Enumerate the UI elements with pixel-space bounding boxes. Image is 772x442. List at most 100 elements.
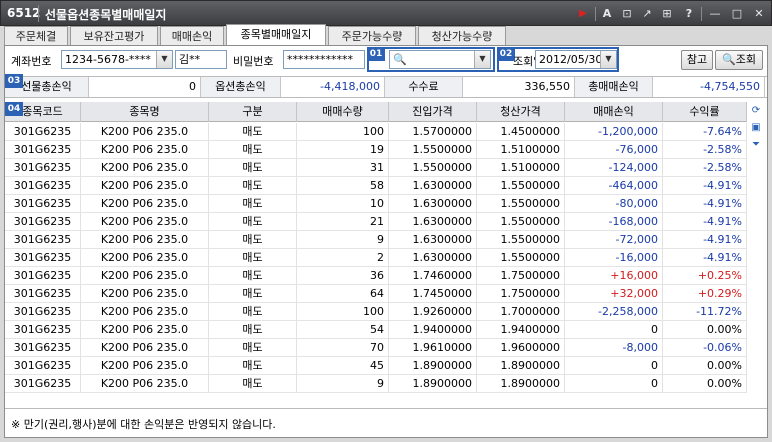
table-row[interactable]: 301G6235 K200 P06 235.0 매도 10 1.6300000 1.550… <box>5 195 747 213</box>
table-row[interactable]: 301G6235 K200 P06 235.0 매도 9 1.6300000 1.5500… <box>5 231 747 249</box>
cell-side: 매도 <box>209 159 297 177</box>
badge-01: 01 <box>367 47 385 61</box>
cell-qty: 100 <box>297 303 389 321</box>
cell-code: 301G6235 <box>5 303 81 321</box>
cell-return: -11.72% <box>663 303 747 321</box>
cell-name: K200 P06 235.0 <box>81 213 209 231</box>
next-page-icon[interactable]: ⏷ <box>749 138 763 152</box>
table-row[interactable]: 301G6235 K200 P06 235.0 매도 9 1.8900000 1.8900… <box>5 375 747 393</box>
refresh-icon[interactable]: ⟳ <box>749 104 763 118</box>
cell-side: 매도 <box>209 249 297 267</box>
cell-pnl: -1,200,000 <box>565 123 663 141</box>
badge-04: 04 <box>5 102 23 116</box>
futures-pnl-value: 0 <box>89 77 201 97</box>
tab-trade-journal[interactable]: 종목별매매일지 <box>226 24 326 46</box>
col-pnl[interactable]: 매매손익 <box>565 102 663 122</box>
cell-entry-price: 1.7460000 <box>389 267 477 285</box>
code-search-input[interactable]: 🔍 ▼ <box>389 50 491 69</box>
title-divider <box>701 7 702 21</box>
account-select[interactable]: 1234-5678-**** ▼ <box>61 50 173 69</box>
options-pnl-value: -4,418,000 <box>281 77 385 97</box>
table-row[interactable]: 301G6235 K200 P06 235.0 매도 58 1.6300000 1.550… <box>5 177 747 195</box>
cell-pnl: 0 <box>565 357 663 375</box>
footer-note-bar: ※ 만기(권리,행사)분에 대한 손익분은 반영되지 않습니다. <box>5 408 767 437</box>
table-row[interactable]: 301G6235 K200 P06 235.0 매도 2 1.6300000 1.5500… <box>5 249 747 267</box>
calendar-dropdown-icon[interactable]: ▼ <box>600 51 616 68</box>
reference-button[interactable]: 참고 <box>681 50 713 70</box>
cell-side: 매도 <box>209 231 297 249</box>
cell-return: -4.91% <box>663 177 747 195</box>
cell-return: -7.64% <box>663 123 747 141</box>
cell-qty: 58 <box>297 177 389 195</box>
table-row[interactable]: 301G6235 K200 P06 235.0 매도 19 1.5500000 1.510… <box>5 141 747 159</box>
cell-pnl: 0 <box>565 321 663 339</box>
cell-exit-price: 1.5500000 <box>477 195 565 213</box>
cell-name: K200 P06 235.0 <box>81 159 209 177</box>
chevron-down-icon[interactable]: ▼ <box>156 51 172 68</box>
col-name[interactable]: 종목명 <box>81 102 209 122</box>
account-holder-field: 김** <box>175 50 227 69</box>
password-field[interactable]: ************ <box>283 50 365 69</box>
col-exit-price[interactable]: 청산가격 <box>477 102 565 122</box>
popout-icon[interactable]: ↗ <box>639 6 655 22</box>
table-row[interactable]: 301G6235 K200 P06 235.0 매도 64 1.7450000 1.750… <box>5 285 747 303</box>
table-header: 종목코드 종목명 구분 매매수량 진입가격 청산가격 매매손익 수익률 <box>5 102 747 122</box>
cell-entry-price: 1.9260000 <box>389 303 477 321</box>
query-button[interactable]: 🔍조회 <box>715 50 763 70</box>
chevron-down-icon[interactable]: ▼ <box>474 51 490 68</box>
table-row[interactable]: 301G6235 K200 P06 235.0 매도 36 1.7460000 1.750… <box>5 267 747 285</box>
maximize-icon[interactable]: □ <box>729 6 745 22</box>
cell-name: K200 P06 235.0 <box>81 177 209 195</box>
cell-pnl: -16,000 <box>565 249 663 267</box>
table-row[interactable]: 301G6235 K200 P06 235.0 매도 70 1.9610000 1.960… <box>5 339 747 357</box>
screen-code: 6512 <box>7 6 41 20</box>
table-row[interactable]: 301G6235 K200 P06 235.0 매도 54 1.9400000 1.940… <box>5 321 747 339</box>
cell-return: -2.58% <box>663 159 747 177</box>
export-icon[interactable]: ▣ <box>749 121 763 135</box>
cell-return: -2.58% <box>663 141 747 159</box>
cell-pnl: -464,000 <box>565 177 663 195</box>
cell-code: 301G6235 <box>5 231 81 249</box>
cell-exit-price: 1.5500000 <box>477 213 565 231</box>
table-row[interactable]: 301G6235 K200 P06 235.0 매도 100 1.5700000 1.45… <box>5 123 747 141</box>
date-picker[interactable]: 2012/05/30 ▼ <box>535 50 617 69</box>
settings-icon[interactable]: ⊞ <box>659 6 675 22</box>
table-row[interactable]: 301G6235 K200 P06 235.0 매도 21 1.6300000 1.550… <box>5 213 747 231</box>
cell-name: K200 P06 235.0 <box>81 303 209 321</box>
help-icon[interactable]: ? <box>681 6 697 22</box>
cell-pnl: -8,000 <box>565 339 663 357</box>
col-entry-price[interactable]: 진입가격 <box>389 102 477 122</box>
tab-order-fill[interactable]: 주문체결 <box>4 26 68 46</box>
tab-trade-pnl[interactable]: 매매손익 <box>160 26 224 46</box>
cell-pnl: +16,000 <box>565 267 663 285</box>
tab-orderable-qty[interactable]: 주문가능수량 <box>328 26 416 46</box>
table-row[interactable]: 301G6235 K200 P06 235.0 매도 45 1.8900000 1.890… <box>5 357 747 375</box>
cell-code: 301G6235 <box>5 141 81 159</box>
title-separator <box>38 5 39 22</box>
font-size-icon[interactable]: A <box>599 6 615 22</box>
col-side[interactable]: 구분 <box>209 102 297 122</box>
footer-note: ※ 만기(권리,행사)분에 대한 손익분은 반영되지 않습니다. <box>11 418 276 431</box>
cell-name: K200 P06 235.0 <box>81 375 209 393</box>
col-return[interactable]: 수익률 <box>663 102 747 122</box>
cell-name: K200 P06 235.0 <box>81 285 209 303</box>
title-bar: 6512 선물옵션종목별매매일지 ▶ A ⊡ ↗ ⊞ ? — □ ✕ <box>0 0 772 26</box>
title-divider <box>595 7 596 21</box>
tab-liquidatable-qty[interactable]: 청산가능수량 <box>418 26 506 46</box>
col-qty[interactable]: 매매수량 <box>297 102 389 122</box>
table-row[interactable]: 301G6235 K200 P06 235.0 매도 100 1.9260000 1.70… <box>5 303 747 321</box>
cell-qty: 100 <box>297 123 389 141</box>
cell-code: 301G6235 <box>5 159 81 177</box>
minimize-icon[interactable]: — <box>707 6 723 22</box>
cell-exit-price: 1.8900000 <box>477 375 565 393</box>
cell-code: 301G6235 <box>5 357 81 375</box>
play-icon[interactable]: ▶ <box>575 6 591 22</box>
close-icon[interactable]: ✕ <box>751 6 767 22</box>
cell-side: 매도 <box>209 213 297 231</box>
table-row[interactable]: 301G6235 K200 P06 235.0 매도 31 1.5500000 1.510… <box>5 159 747 177</box>
search-icon[interactable]: 🔍 <box>393 53 407 66</box>
cell-exit-price: 1.7500000 <box>477 267 565 285</box>
screen-capture-icon[interactable]: ⊡ <box>619 6 635 22</box>
tab-holdings[interactable]: 보유잔고평가 <box>70 26 158 46</box>
cell-code: 301G6235 <box>5 339 81 357</box>
